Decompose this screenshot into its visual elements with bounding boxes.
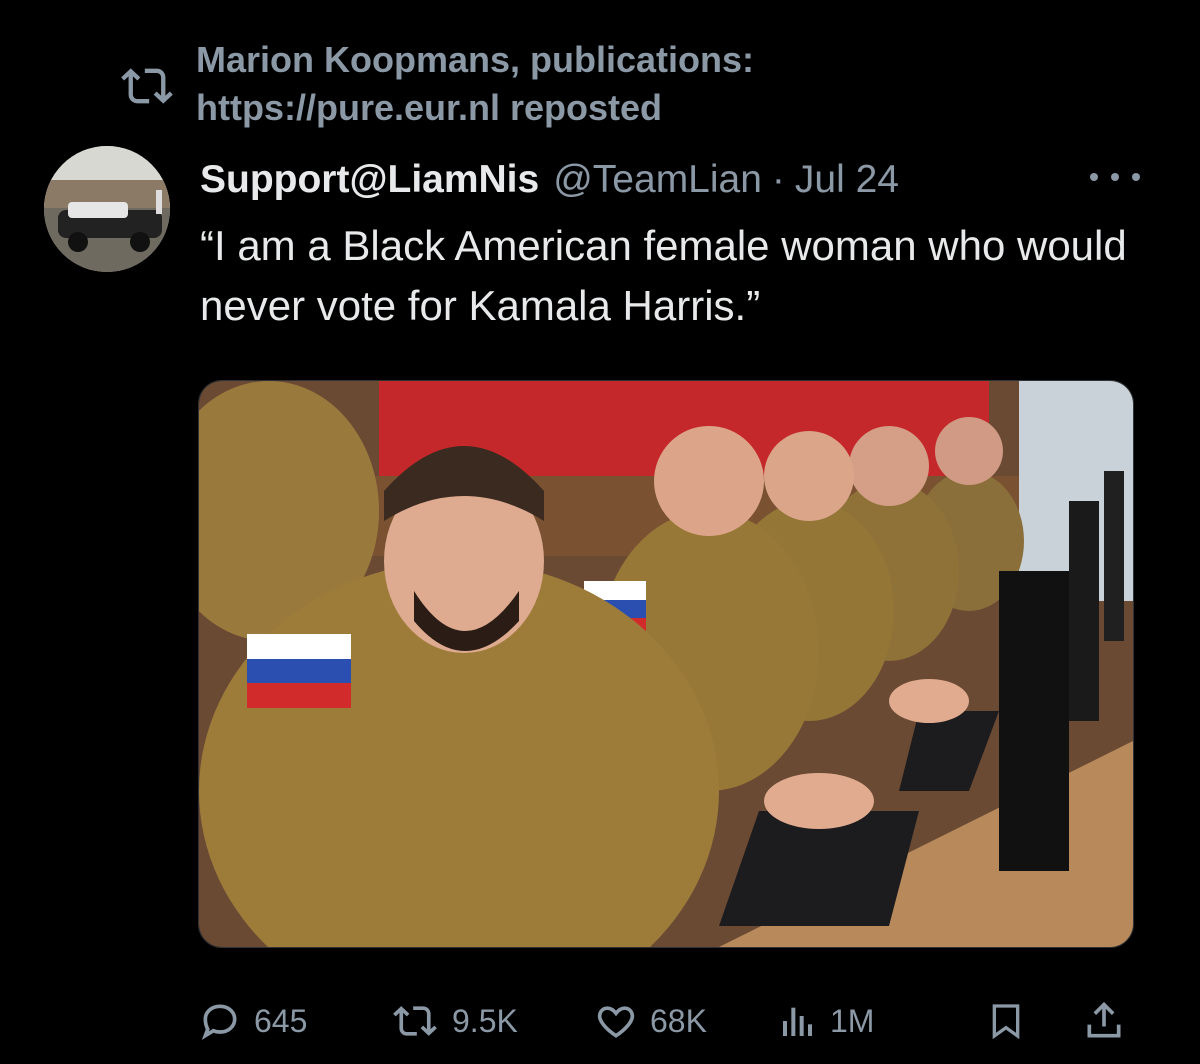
like-count: 68K bbox=[650, 1002, 707, 1039]
repost-button[interactable]: 9.5K bbox=[390, 990, 518, 1052]
views-icon bbox=[783, 1007, 812, 1036]
tweet-header: Support@LiamNis @TeamLian · Jul 24 bbox=[200, 150, 1140, 210]
repost-icon bbox=[121, 68, 173, 104]
views-button[interactable]: 1M bbox=[778, 990, 874, 1052]
bookmark-button[interactable] bbox=[986, 990, 1026, 1052]
repost-indicator[interactable]: Marion Koopmans, publications: https://p… bbox=[118, 36, 896, 132]
tweet-actions: 645 9.5K 68K 1M bbox=[198, 990, 1138, 1052]
avatar[interactable] bbox=[44, 146, 170, 272]
separator: · bbox=[771, 158, 785, 201]
user-handle[interactable]: @TeamLian bbox=[553, 158, 762, 202]
display-name[interactable]: Support@LiamNis bbox=[200, 158, 539, 202]
tweet-date[interactable]: Jul 24 bbox=[795, 158, 899, 202]
heart-icon bbox=[597, 1006, 635, 1038]
more-options-icon[interactable] bbox=[1090, 162, 1140, 192]
tweet-media[interactable] bbox=[198, 380, 1134, 948]
reply-icon bbox=[201, 1004, 237, 1041]
share-button[interactable] bbox=[1082, 990, 1126, 1052]
avatar-image bbox=[44, 146, 170, 272]
like-button[interactable]: 68K bbox=[594, 990, 707, 1052]
reply-count: 645 bbox=[254, 1002, 308, 1039]
photo-image bbox=[199, 381, 1133, 947]
bookmark-icon bbox=[992, 1004, 1020, 1040]
repost-icon bbox=[393, 1006, 437, 1036]
repost-count: 9.5K bbox=[452, 1002, 518, 1039]
repost-text[interactable]: Marion Koopmans, publications: https://p… bbox=[196, 36, 896, 132]
reply-button[interactable]: 645 bbox=[198, 990, 307, 1052]
share-icon bbox=[1087, 1001, 1121, 1038]
tweet-text: “I am a Black American female woman who … bbox=[200, 222, 1127, 329]
views-count: 1M bbox=[830, 1002, 875, 1039]
